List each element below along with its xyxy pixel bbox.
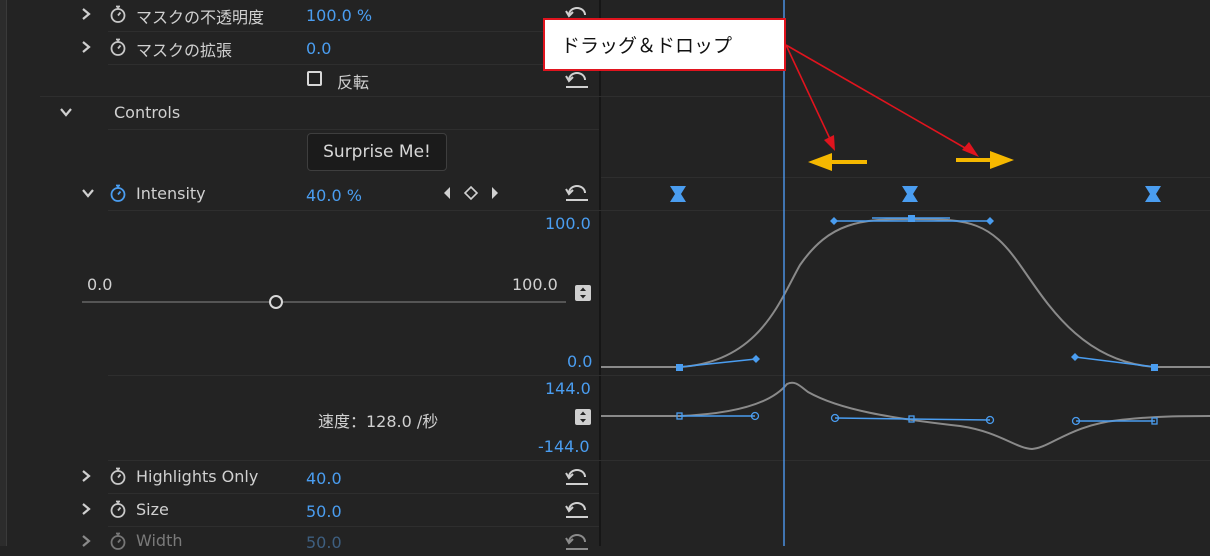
annotation-arrow bbox=[785, 44, 835, 151]
bezier-handle[interactable] bbox=[1071, 353, 1079, 361]
bezier-handle[interactable] bbox=[752, 355, 760, 363]
keyframe-marker[interactable] bbox=[670, 186, 686, 202]
bezier-handle[interactable] bbox=[986, 217, 994, 225]
keyframe-point[interactable] bbox=[908, 215, 915, 222]
keyframe-point[interactable] bbox=[676, 364, 683, 371]
value-curve bbox=[601, 217, 1210, 368]
keyframe-marker-selected[interactable] bbox=[902, 186, 918, 202]
drag-right-arrow bbox=[956, 151, 1014, 169]
drag-left-arrow bbox=[808, 153, 867, 171]
drag-drop-callout: ドラッグ＆ドロップ bbox=[543, 18, 786, 71]
keyframe-marker[interactable] bbox=[1145, 186, 1161, 202]
annotation-arrow bbox=[785, 44, 979, 157]
keyframe-graph bbox=[601, 0, 1210, 546]
bezier-handle[interactable] bbox=[830, 217, 838, 225]
keyframe-point[interactable] bbox=[1151, 364, 1158, 371]
